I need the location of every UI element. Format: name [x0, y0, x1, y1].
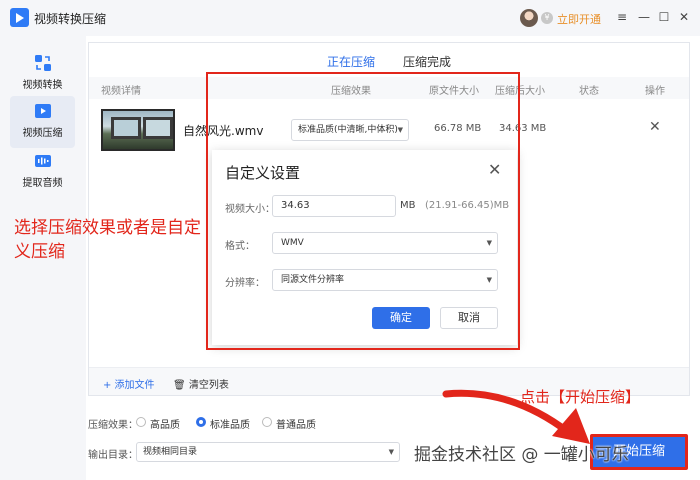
sidebar-item-audio-extract[interactable]: 提取音频 — [10, 146, 75, 198]
app-logo-icon — [10, 8, 29, 27]
radio-high-quality[interactable] — [136, 417, 146, 427]
size-range: (21.91-66.45)MB — [425, 200, 510, 211]
format-select[interactable]: WMV ▼ — [272, 232, 498, 254]
sidebar-label-video-compress: 视频压缩 — [22, 128, 63, 139]
output-dir-select[interactable]: 视频相同目录 ▼ — [136, 442, 400, 462]
header-action: 操作 — [645, 86, 665, 97]
video-convert-icon — [34, 55, 51, 71]
quality-select[interactable]: 标准品质(中清晰,中体积) ▼ — [291, 119, 409, 141]
radio-label-standard-quality: 标准品质 — [210, 420, 250, 431]
dialog-title: 自定义设置 — [225, 164, 301, 182]
chevron-down-icon: ▼ — [486, 276, 492, 284]
cancel-button[interactable]: 取消 — [440, 307, 498, 329]
annotation-left-note: 选择压缩效果或者是自定义压缩 — [14, 218, 201, 262]
radio-label-normal-quality: 普通品质 — [276, 420, 316, 431]
orig-size-value: 66.78 MB — [434, 123, 482, 134]
add-file-button[interactable]: + 添加文件 — [103, 376, 155, 391]
chevron-down-icon: ▼ — [388, 448, 394, 456]
header-details: 视频详情 — [101, 86, 141, 97]
radio-standard-quality[interactable] — [196, 417, 206, 427]
new-size-value: 34.63 MB — [499, 123, 547, 134]
chevron-down-icon: ▼ — [397, 126, 403, 134]
close-window-icon[interactable]: ✕ — [676, 9, 692, 25]
vip-coin-icon[interactable]: ¥ — [541, 12, 553, 24]
ok-button[interactable]: 确定 — [372, 307, 430, 329]
custom-settings-dialog: 自定义设置 ✕ 视频大小： 34.63 MB (21.91-66.45)MB 格… — [212, 150, 517, 345]
video-compress-icon — [34, 104, 51, 118]
title-bar: 视频转换压缩 ¥ 立即开通 ≡ — ☐ ✕ — [0, 0, 700, 36]
output-dir-label: 输出目录： — [88, 450, 138, 461]
vip-link[interactable]: 立即开通 — [557, 11, 601, 27]
tab-completed[interactable]: 压缩完成 — [403, 53, 451, 70]
size-label: 视频大小： — [225, 204, 275, 215]
quality-select-value: 标准品质(中清晰,中体积) — [298, 125, 398, 135]
size-input[interactable]: 34.63 — [272, 195, 396, 217]
file-name: 自然风光.wmv — [183, 124, 264, 138]
output-dir-value: 视频相同目录 — [143, 447, 198, 457]
chevron-down-icon: ▼ — [486, 239, 492, 247]
header-effect: 压缩效果 — [331, 86, 371, 97]
effect-label: 压缩效果： — [88, 420, 138, 431]
resolution-label: 分辨率： — [225, 278, 265, 289]
header-orig-size: 原文件大小 — [429, 86, 479, 97]
clear-list-button[interactable]: 🗑 清空列表 — [173, 376, 229, 391]
format-select-value: WMV — [281, 238, 304, 248]
trash-icon: 🗑 — [173, 380, 186, 391]
minimize-icon[interactable]: — — [636, 9, 652, 25]
remove-row-icon[interactable]: ✕ — [649, 119, 661, 135]
header-new-size: 压缩后大小 — [495, 86, 545, 97]
resolution-select[interactable]: 同源文件分辨率 ▼ — [272, 269, 498, 291]
watermark: 掘金技术社区 @ 一罐小可乐 — [414, 445, 629, 465]
radio-normal-quality[interactable] — [262, 417, 272, 427]
app-title: 视频转换压缩 — [34, 12, 107, 26]
close-icon[interactable]: ✕ — [488, 160, 501, 179]
table-header: 视频详情 压缩效果 原文件大小 压缩后大小 状态 操作 — [89, 77, 689, 99]
avatar[interactable] — [520, 9, 538, 27]
clear-list-label: 清空列表 — [188, 380, 229, 391]
sidebar-item-video-convert[interactable]: 视频转换 — [10, 48, 75, 100]
menu-icon[interactable]: ≡ — [614, 9, 630, 25]
tab-underline — [313, 72, 381, 74]
radio-label-high-quality: 高品质 — [150, 420, 180, 431]
header-status: 状态 — [579, 86, 599, 97]
video-thumbnail — [101, 109, 175, 151]
sidebar-item-video-compress[interactable]: 视频压缩 — [10, 96, 75, 148]
size-unit: MB — [400, 200, 416, 211]
format-label: 格式： — [225, 241, 255, 252]
maximize-icon[interactable]: ☐ — [656, 9, 672, 25]
tab-compressing[interactable]: 正在压缩 — [327, 53, 375, 70]
sidebar-label-audio-extract: 提取音频 — [22, 178, 63, 189]
sidebar-label-video-convert: 视频转换 — [22, 80, 63, 91]
audio-extract-icon — [34, 155, 51, 167]
resolution-select-value: 同源文件分辨率 — [281, 275, 345, 285]
